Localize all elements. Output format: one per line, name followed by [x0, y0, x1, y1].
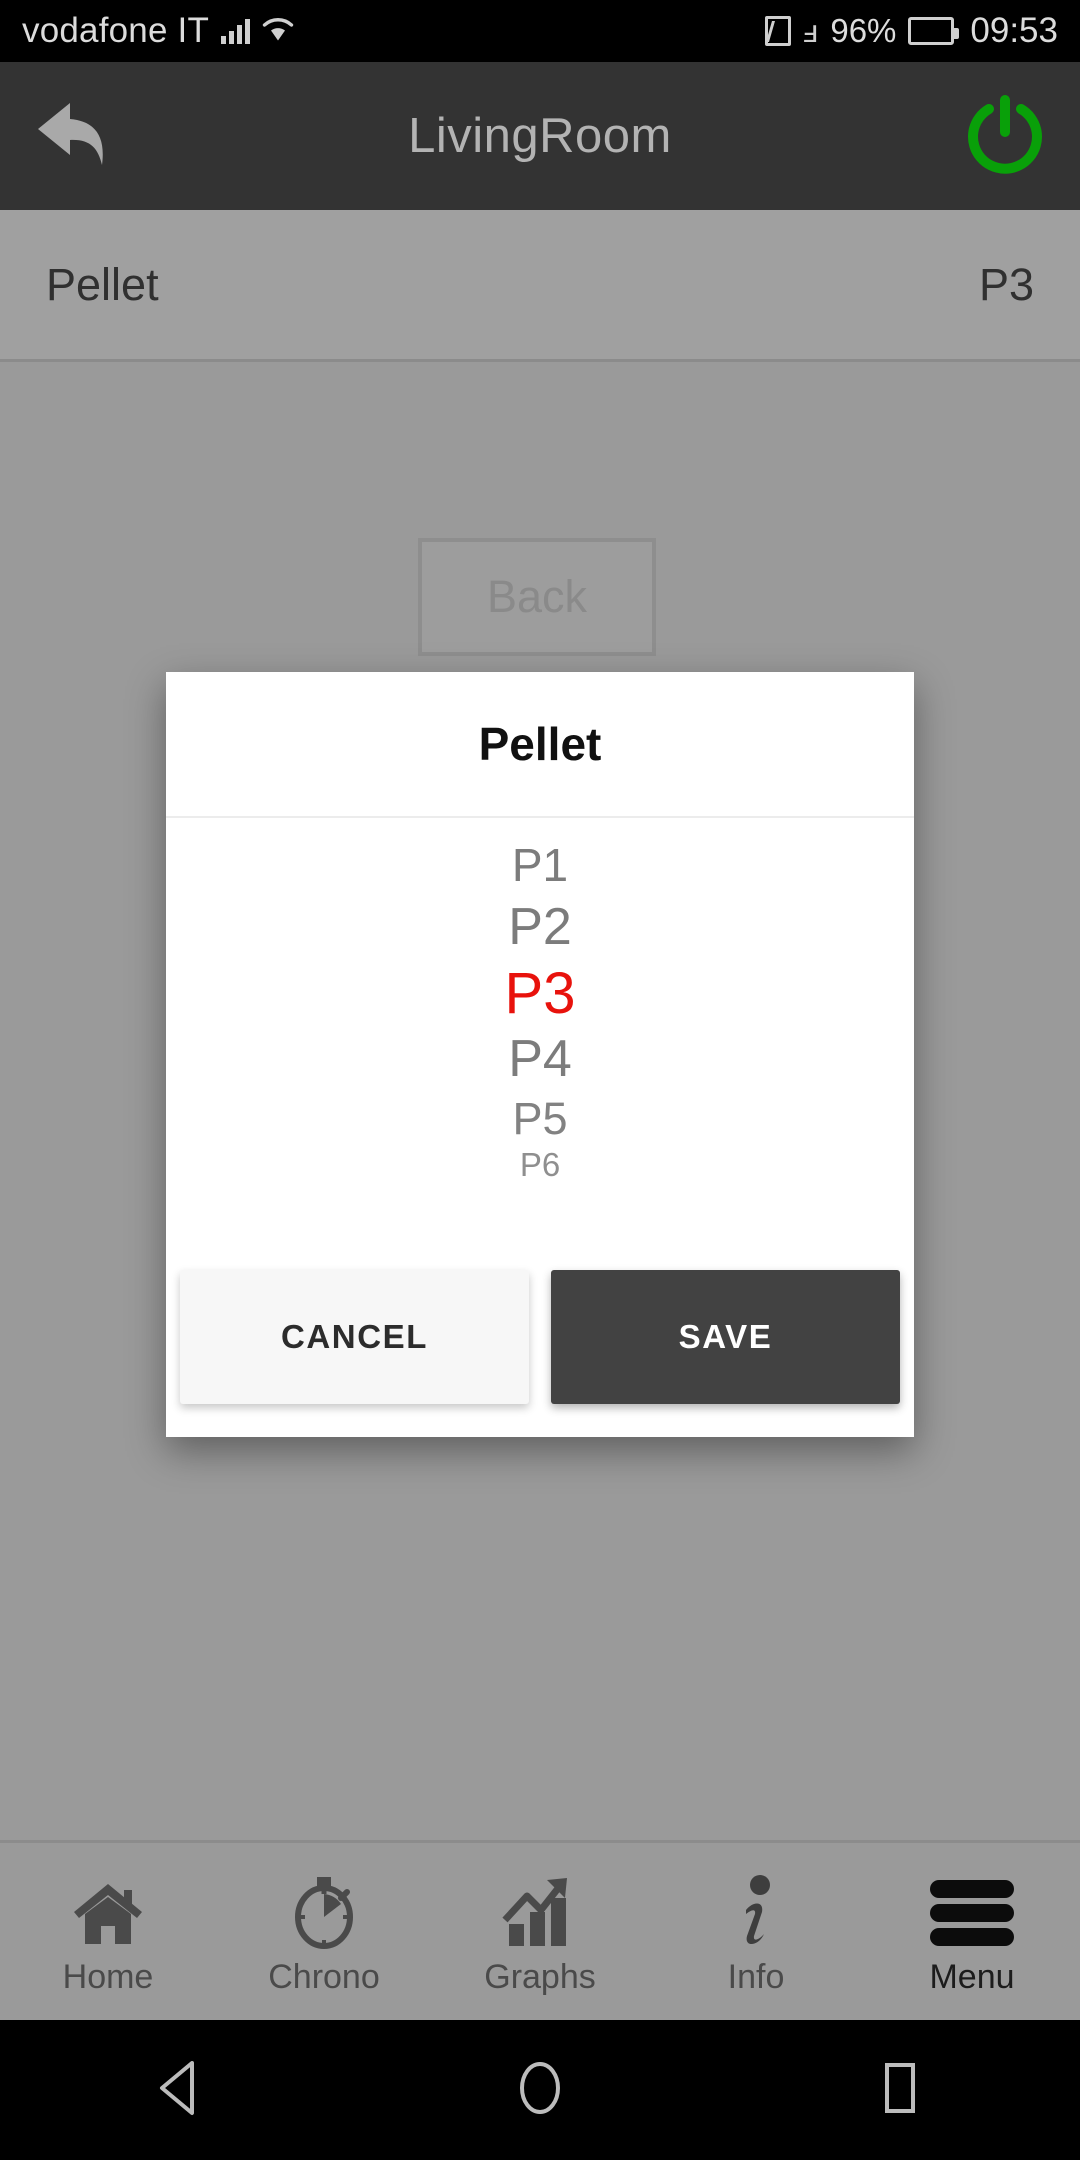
stopwatch-icon: [285, 1866, 363, 1950]
tab-label-home: Home: [62, 1958, 154, 1996]
tab-label-graphs: Graphs: [484, 1958, 596, 1996]
power-icon: [963, 92, 1047, 181]
nfc-icon: [764, 16, 791, 46]
pellet-picker-dialog: Pellet P1 P2 P3 P4 P5 P6 CANCEL SAVE: [166, 672, 914, 1437]
picker-option[interactable]: P5: [166, 1096, 914, 1142]
recents-square-icon: [874, 2059, 926, 2122]
tab-info[interactable]: Info: [648, 1843, 864, 2020]
save-button[interactable]: SAVE: [551, 1270, 900, 1404]
phone-screen: vodafone IT ⅎ 96% 09:53 LivingRoom Pelle…: [0, 0, 1080, 2160]
app-bar: LivingRoom: [0, 62, 1080, 210]
bluetooth-icon: ⅎ: [802, 13, 819, 49]
picker-option[interactable]: P2: [166, 900, 914, 954]
dialog-title: Pellet: [166, 672, 914, 818]
signal-bars-icon: [221, 18, 251, 44]
tab-menu[interactable]: Menu: [864, 1843, 1080, 2020]
picker-option[interactable]: P4: [166, 1033, 914, 1086]
android-nav-bar: [0, 2020, 1080, 2160]
chart-icon: [499, 1866, 581, 1950]
tab-label-menu: Menu: [929, 1958, 1015, 1996]
tab-chrono[interactable]: Chrono: [216, 1843, 432, 2020]
page-title: LivingRoom: [408, 109, 672, 163]
wifi-icon: [262, 16, 294, 47]
back-button[interactable]: [0, 95, 150, 178]
back-triangle-icon: [152, 2059, 208, 2122]
nav-home-button[interactable]: [440, 2059, 640, 2122]
setting-row-label: Pellet: [46, 258, 159, 310]
home-icon: [69, 1866, 147, 1950]
cancel-button[interactable]: CANCEL: [180, 1270, 529, 1404]
picker-option-selected[interactable]: P3: [166, 964, 914, 1023]
carrier-label: vodafone IT: [22, 11, 210, 50]
nav-recents-button[interactable]: [800, 2059, 1000, 2122]
tab-home[interactable]: Home: [0, 1843, 216, 2020]
status-bar-right: ⅎ 96% 09:53: [764, 11, 1058, 51]
picker-option[interactable]: P6: [166, 1148, 914, 1182]
hamburger-icon: [924, 1866, 1020, 1950]
battery-icon: [908, 17, 960, 45]
nav-back-button[interactable]: [80, 2059, 280, 2122]
setting-row-pellet[interactable]: Pellet P3: [0, 210, 1080, 362]
tab-graphs[interactable]: Graphs: [432, 1843, 648, 2020]
pellet-wheel-picker[interactable]: P1 P2 P3 P4 P5 P6: [166, 818, 914, 1237]
tab-label-info: Info: [727, 1958, 785, 1996]
home-circle-icon: [512, 2059, 568, 2122]
status-bar-left: vodafone IT: [22, 11, 765, 51]
bottom-tab-bar: Home Chrono Graphs Info Menu: [0, 1840, 1080, 2020]
tab-label-chrono: Chrono: [268, 1958, 380, 1996]
info-icon: [726, 1866, 786, 1950]
power-button[interactable]: [930, 92, 1080, 181]
battery-percent-label: 96%: [830, 12, 897, 49]
clock-label: 09:53: [970, 11, 1058, 50]
setting-row-value: P3: [978, 258, 1034, 310]
back-action-button[interactable]: Back: [418, 538, 656, 656]
picker-option[interactable]: P1: [166, 842, 914, 889]
status-bar: vodafone IT ⅎ 96% 09:53: [0, 0, 1080, 62]
dialog-actions: CANCEL SAVE: [166, 1237, 914, 1437]
back-arrow-icon: [32, 95, 118, 178]
